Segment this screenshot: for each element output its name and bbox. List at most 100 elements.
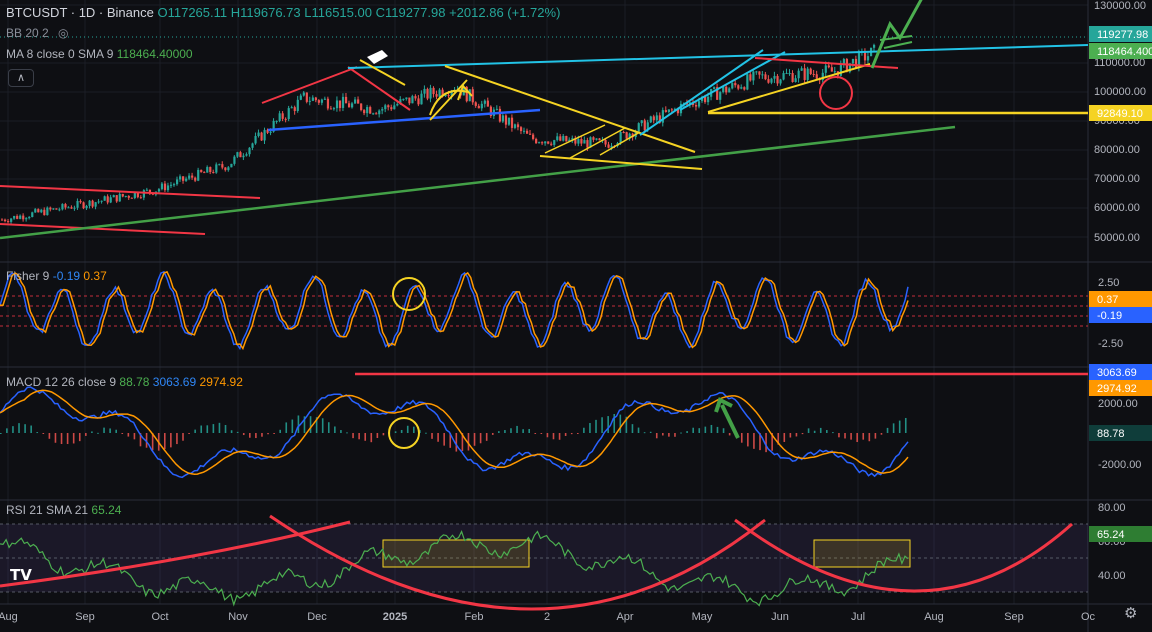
symbol-header[interactable]: BTCUSDT · 1D · Binance O117265.11 H11967… [6, 5, 560, 20]
candle [806, 68, 809, 80]
candle [73, 207, 76, 209]
symbol-title[interactable]: BTCUSDT · 1D · Binance [6, 5, 154, 20]
candle [408, 97, 411, 104]
candle [28, 216, 31, 219]
macd-bar [309, 416, 312, 433]
macd-bar [327, 422, 330, 433]
gear-icon[interactable]: ⚙ [1124, 604, 1137, 622]
candle [637, 123, 640, 132]
chart-canvas[interactable]: 130000.00110000.00100000.0090000.0080000… [0, 0, 1152, 632]
candle [284, 118, 287, 120]
tradingview-logo[interactable]: TV [10, 566, 32, 584]
macd-bar [133, 433, 136, 440]
fisher-legend[interactable]: Fisher 9 -0.19 0.37 [6, 269, 107, 283]
price-tag-text: 88.78 [1097, 428, 1125, 440]
candle [812, 74, 815, 76]
candle [31, 212, 34, 217]
candle [230, 163, 233, 168]
candle [55, 208, 58, 210]
macd-bar [394, 431, 397, 433]
macd-bar [109, 428, 111, 433]
macd-bar [668, 433, 670, 437]
macd-bar [850, 433, 852, 440]
macd-bar [832, 432, 834, 434]
candle [257, 132, 260, 137]
macd-bar [862, 433, 865, 440]
candle [507, 117, 511, 125]
macd-bar [54, 433, 57, 443]
candle [46, 207, 49, 216]
macd-bar [346, 432, 348, 434]
macd-bar [297, 415, 300, 433]
macd-bar [291, 419, 294, 433]
candle [755, 71, 758, 73]
candle [372, 113, 375, 115]
bb-label: BB 20 2 [6, 26, 49, 40]
macd-bar [455, 433, 458, 452]
ma-legend[interactable]: MA 8 close 0 SMA 9 118464.40000 [6, 47, 193, 61]
chevron-up-icon[interactable]: ∧ [8, 69, 34, 87]
candle [115, 195, 118, 202]
macd-bar [637, 427, 640, 433]
price-tick: 60000.00 [1094, 202, 1140, 214]
candle [592, 137, 595, 140]
macd-bar [48, 433, 51, 439]
candle [139, 197, 142, 199]
candle [791, 73, 794, 83]
candle [411, 96, 414, 104]
candle [70, 207, 73, 209]
candle [770, 78, 773, 83]
price-tag-text: 3063.69 [1097, 367, 1137, 379]
candle [607, 144, 610, 148]
candle [797, 70, 800, 79]
eye-off-icon[interactable]: ◎ [58, 26, 68, 40]
macd-bar [224, 425, 227, 433]
candle [779, 79, 782, 84]
candle [245, 154, 248, 156]
price-tag-text: 2974.92 [1097, 383, 1137, 395]
macd-bar [898, 420, 901, 433]
macd-bar [510, 428, 512, 433]
bb-legend[interactable]: BB 20 2 ◎ [6, 26, 69, 40]
candle [269, 131, 272, 133]
candle [49, 207, 52, 210]
candle [227, 167, 230, 171]
candle [85, 205, 88, 209]
macd-bar [30, 425, 32, 433]
candle [809, 68, 812, 75]
time-axis[interactable]: Aug Sep Oct Nov Dec 2025 Feb 2 Apr May Jun Jul Aug Se… [0, 611, 1096, 623]
macd-bar [358, 433, 360, 440]
candle [275, 120, 278, 122]
macd-legend[interactable]: MACD 12 26 close 9 88.78 3063.69 2974.92 [6, 375, 243, 389]
macd-bar [261, 433, 263, 437]
rsi-legend[interactable]: RSI 21 SMA 21 65.24 [6, 503, 121, 517]
macd-bar [279, 429, 281, 433]
candle [541, 142, 544, 144]
macd-bar [78, 433, 81, 442]
macd-bar [431, 433, 433, 439]
candle [296, 99, 299, 111]
candle [281, 113, 284, 119]
candle [58, 209, 61, 211]
fisher-trigger-value: 0.37 [83, 269, 107, 283]
candle [308, 100, 311, 102]
candle [532, 134, 535, 139]
candle [106, 196, 109, 203]
price-tick: 100000.00 [1094, 86, 1146, 98]
macd-bar [255, 433, 257, 439]
candle [221, 164, 224, 168]
ohlc-close: C119277.98 [375, 5, 446, 20]
macd-bar [692, 427, 694, 433]
macd-bar [334, 426, 336, 433]
macd-bar [425, 432, 427, 434]
macd-bar [321, 418, 324, 433]
candle [82, 202, 85, 209]
macd-bar [36, 432, 39, 434]
price-tag-text: 119277.98 [1097, 29, 1148, 41]
candle [191, 175, 194, 178]
candle [553, 140, 556, 145]
candle [529, 133, 532, 135]
time-tick: May [692, 611, 713, 623]
candle [293, 107, 296, 111]
candle [299, 95, 302, 100]
